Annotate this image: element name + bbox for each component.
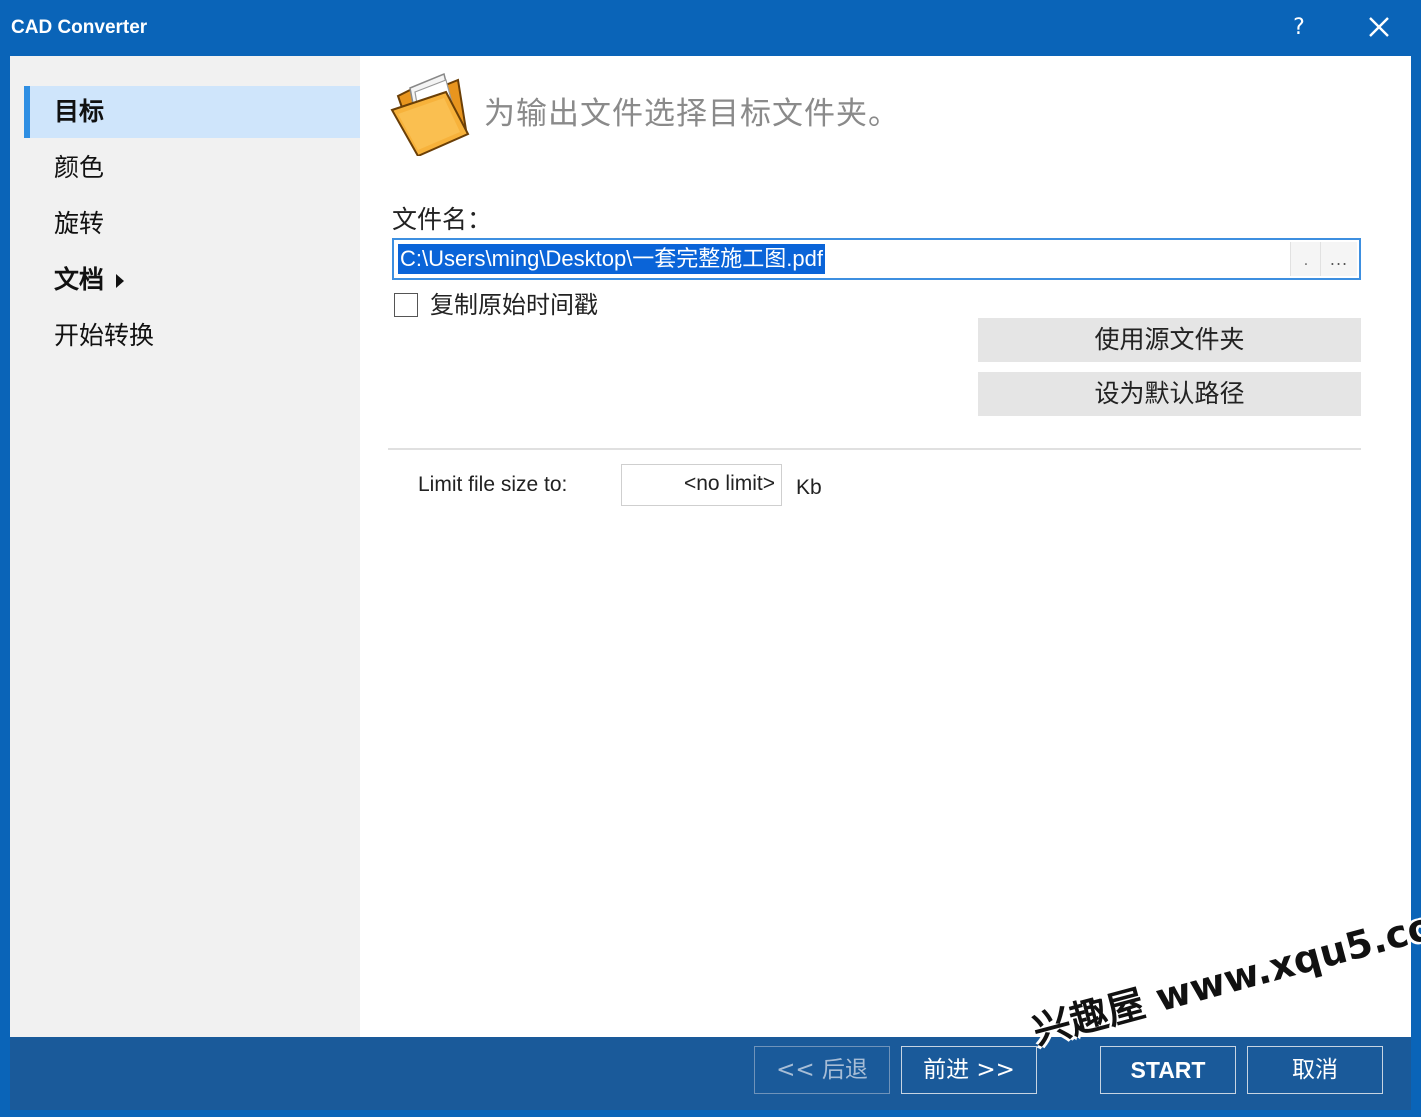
close-icon (1369, 17, 1389, 37)
filename-label: 文件名： (392, 205, 493, 234)
back-button[interactable]: << 后退 (754, 1046, 890, 1094)
limit-size-input[interactable]: <no limit> (621, 464, 782, 506)
next-button[interactable]: 前进 >> (901, 1046, 1037, 1094)
sidebar-item-label: 开始转换 (54, 321, 155, 350)
title-bar: CAD Converter ? (0, 0, 1421, 56)
window-border (0, 1110, 1421, 1117)
dialog-body: 目标 颜色 旋转 文档 开始转换 为输出文件选择目标文件夹。 文件名： C:\U… (10, 56, 1411, 1037)
help-button[interactable]: ? (1287, 12, 1311, 44)
start-button[interactable]: START (1100, 1046, 1236, 1094)
set-default-path-button[interactable]: 设为默认路径 (978, 372, 1361, 416)
sidebar-item-target[interactable]: 目标 (24, 86, 360, 138)
filename-input[interactable]: C:\Users\ming\Desktop\一套完整施工图.pdf . ... (392, 238, 1361, 280)
sidebar-item-color[interactable]: 颜色 (24, 142, 360, 194)
copy-timestamp-label: 复制原始时间戳 (430, 291, 598, 319)
divider (388, 448, 1361, 450)
window-title: CAD Converter (11, 17, 148, 38)
cancel-button[interactable]: 取消 (1247, 1046, 1383, 1094)
limit-size-label: Limit file size to: (418, 473, 568, 496)
sidebar-item-label: 文档 (54, 265, 105, 294)
folder-icon (390, 72, 470, 156)
close-button[interactable] (1362, 12, 1396, 44)
sidebar-item-label: 旋转 (54, 209, 105, 238)
limit-size-unit: Kb (796, 476, 822, 499)
copy-timestamp-checkbox[interactable] (394, 293, 418, 317)
filename-value[interactable]: C:\Users\ming\Desktop\一套完整施工图.pdf (398, 244, 825, 274)
sidebar-item-label: 颜色 (54, 153, 105, 182)
browse-button[interactable]: ... (1320, 242, 1357, 276)
sidebar-item-start-convert[interactable]: 开始转换 (24, 310, 360, 362)
page-title: 为输出文件选择目标文件夹。 (484, 96, 900, 132)
path-dot-button[interactable]: . (1290, 242, 1321, 276)
expand-arrow-icon (116, 274, 125, 288)
footer-bar: << 后退 前进 >> START 取消 (10, 1037, 1411, 1110)
sidebar-item-rotate[interactable]: 旋转 (24, 198, 360, 250)
use-source-folder-button[interactable]: 使用源文件夹 (978, 318, 1361, 362)
sidebar: 目标 颜色 旋转 文档 开始转换 (10, 56, 360, 1037)
sidebar-item-document[interactable]: 文档 (24, 254, 360, 306)
sidebar-item-label: 目标 (54, 97, 105, 126)
